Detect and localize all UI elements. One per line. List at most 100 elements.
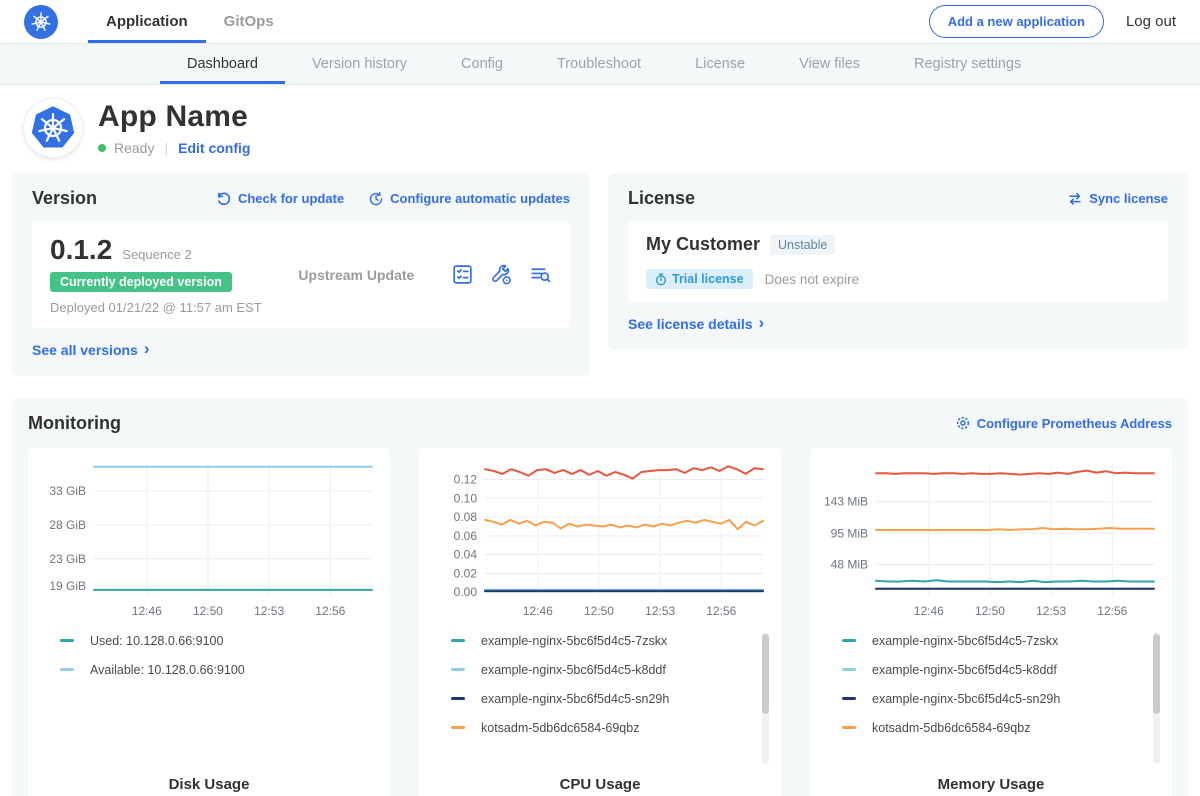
legend-color-dash: [60, 668, 74, 671]
legend-label: example-nginx-5bc6f5d4c5-7zskx: [481, 634, 667, 648]
deploy-logs-icon[interactable]: [529, 263, 552, 286]
edit-config-icon[interactable]: [490, 263, 513, 286]
tab-gitops[interactable]: GitOps: [206, 0, 292, 43]
legend-color-dash: [842, 726, 856, 729]
svg-text:48 MiB: 48 MiB: [831, 557, 868, 571]
tab-license[interactable]: License: [668, 44, 772, 84]
memory-usage-chart-card: 48 MiB95 MiB143 MiB12:4612:5012:5312:56 …: [810, 448, 1172, 796]
primary-tabs: Application GitOps: [88, 0, 292, 43]
disk-usage-legend: Used: 10.128.0.66:9100 Available: 10.128.…: [60, 634, 380, 677]
legend-label: example-nginx-5bc6f5d4c5-sn29h: [481, 692, 669, 706]
legend-item: example-nginx-5bc6f5d4c5-7zskx: [451, 634, 771, 648]
chart-title: CPU Usage: [429, 770, 771, 793]
svg-text:95 MiB: 95 MiB: [831, 526, 868, 540]
deployed-timestamp: Deployed 01/21/22 @ 11:57 am EST: [50, 300, 262, 315]
deployed-version-info: 0.1.2 Sequence 2 Currently deployed vers…: [50, 234, 262, 315]
legend-scrollbar: [762, 632, 769, 764]
legend-label: kotsadm-5db6dc6584-69qbz: [481, 721, 639, 735]
svg-text:0.06: 0.06: [454, 528, 478, 542]
tab-config[interactable]: Config: [434, 44, 530, 84]
configure-prometheus-link[interactable]: Configure Prometheus Address: [955, 415, 1172, 431]
legend-color-dash: [451, 639, 465, 642]
channel-badge: Unstable: [770, 235, 835, 255]
app-subnav: Dashboard Version history Config Trouble…: [0, 44, 1200, 85]
svg-text:12:50: 12:50: [584, 604, 614, 618]
monitoring-section: Monitoring Configure Prometheus Address …: [12, 398, 1188, 796]
monitoring-title: Monitoring: [28, 413, 121, 434]
legend-label: Available: 10.128.0.66:9100: [90, 663, 245, 677]
add-new-application-button[interactable]: Add a new application: [929, 5, 1104, 38]
legend-color-dash: [842, 668, 856, 671]
chevron-right-icon: ›: [759, 314, 765, 331]
version-number: 0.1.2: [50, 234, 112, 266]
svg-text:12:46: 12:46: [523, 604, 553, 618]
cpu-usage-chart-card: 0.000.020.040.060.080.100.1212:4612:5012…: [419, 448, 781, 796]
svg-text:0.02: 0.02: [454, 566, 478, 580]
tab-view-files[interactable]: View files: [772, 44, 887, 84]
top-navbar: Application GitOps Add a new application…: [0, 0, 1200, 44]
stopwatch-icon: [655, 273, 667, 286]
divider: |: [162, 140, 170, 156]
configure-automatic-updates-link[interactable]: Configure automatic updates: [368, 191, 570, 207]
clock-refresh-icon: [368, 191, 384, 207]
chart-title: Disk Usage: [38, 770, 380, 793]
legend-color-dash: [842, 697, 856, 700]
sync-license-link[interactable]: Sync license: [1067, 191, 1168, 206]
refresh-icon: [216, 191, 232, 207]
check-for-update-link[interactable]: Check for update: [216, 191, 344, 207]
ready-status-dot: [98, 144, 106, 152]
tab-troubleshoot[interactable]: Troubleshoot: [530, 44, 668, 84]
edit-config-link[interactable]: Edit config: [178, 140, 250, 156]
svg-text:12:46: 12:46: [914, 604, 944, 618]
legend-label: example-nginx-5bc6f5d4c5-sn29h: [872, 692, 1060, 706]
legend-label: Used: 10.128.0.66:9100: [90, 634, 223, 648]
legend-color-dash: [451, 697, 465, 700]
kubernetes-logo-icon[interactable]: [24, 5, 58, 39]
tab-dashboard[interactable]: Dashboard: [160, 44, 285, 84]
log-out-link[interactable]: Log out: [1126, 13, 1176, 30]
legend-color-dash: [842, 639, 856, 642]
see-license-details-link[interactable]: See license details›: [628, 315, 764, 332]
svg-text:0.10: 0.10: [454, 491, 478, 505]
legend-item: example-nginx-5bc6f5d4c5-sn29h: [842, 692, 1162, 706]
preflight-checks-icon[interactable]: [451, 263, 474, 286]
legend-label: example-nginx-5bc6f5d4c5-k8ddf: [481, 663, 666, 677]
tab-registry-settings[interactable]: Registry settings: [887, 44, 1048, 84]
legend-label: kotsadm-5db6dc6584-69qbz: [872, 721, 1030, 735]
version-source-label: Upstream Update: [298, 267, 414, 283]
svg-text:0.12: 0.12: [454, 472, 478, 486]
app-header: App Name Ready | Edit config: [0, 85, 1200, 167]
legend-item: Available: 10.128.0.66:9100: [60, 663, 380, 677]
currently-deployed-badge: Currently deployed version: [50, 272, 232, 292]
customer-name: My Customer: [646, 234, 760, 255]
svg-text:19 GiB: 19 GiB: [49, 578, 86, 592]
legend-label: example-nginx-5bc6f5d4c5-k8ddf: [872, 663, 1057, 677]
trial-license-badge: Trial license: [646, 269, 753, 289]
svg-text:12:56: 12:56: [706, 604, 736, 618]
svg-text:23 GiB: 23 GiB: [49, 551, 86, 565]
chevron-right-icon: ›: [144, 340, 150, 357]
tab-application[interactable]: Application: [88, 0, 206, 43]
legend-color-dash: [451, 726, 465, 729]
svg-text:12:46: 12:46: [132, 604, 162, 618]
legend-label: example-nginx-5bc6f5d4c5-7zskx: [872, 634, 1058, 648]
legend-scrollbar-thumb[interactable]: [1153, 634, 1160, 714]
svg-text:33 GiB: 33 GiB: [49, 484, 86, 498]
app-avatar: [24, 99, 82, 157]
app-status-text: Ready: [114, 140, 154, 156]
cpu-usage-chart: 0.000.020.040.060.080.100.1212:4612:5012…: [429, 456, 771, 624]
svg-text:12:53: 12:53: [1036, 604, 1066, 618]
see-all-versions-link[interactable]: See all versions›: [32, 341, 150, 358]
tab-version-history[interactable]: Version history: [285, 44, 434, 84]
version-card: Version Check for update Configure autom…: [12, 173, 590, 376]
chart-title: Memory Usage: [820, 770, 1162, 793]
svg-text:12:50: 12:50: [193, 604, 223, 618]
svg-text:0.08: 0.08: [454, 510, 478, 524]
page-title: App Name: [98, 100, 250, 134]
license-card: License Sync license My Customer Unstabl…: [608, 173, 1188, 350]
memory-usage-chart: 48 MiB95 MiB143 MiB12:4612:5012:5312:56: [820, 456, 1162, 624]
legend-scrollbar-thumb[interactable]: [762, 634, 769, 714]
gear-icon: [955, 415, 971, 431]
legend-color-dash: [451, 668, 465, 671]
svg-text:0.04: 0.04: [454, 547, 478, 561]
